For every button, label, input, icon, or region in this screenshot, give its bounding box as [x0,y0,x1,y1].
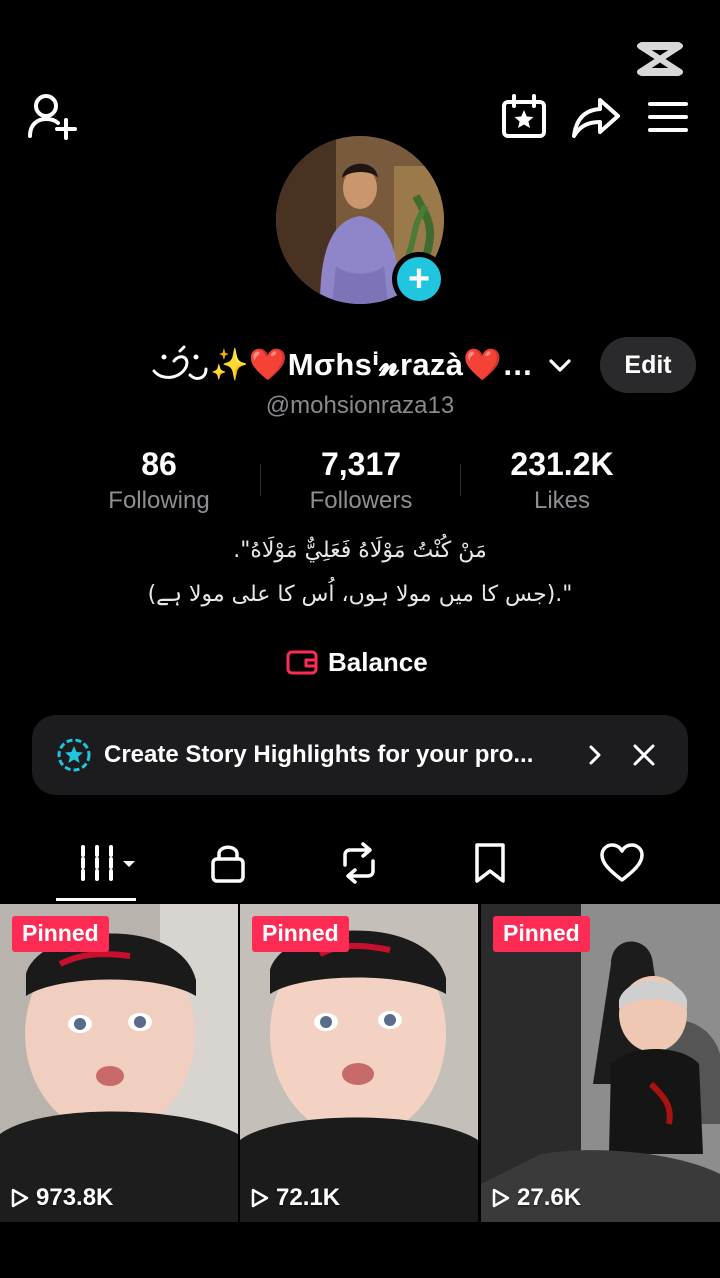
balance-link[interactable]: Balance [286,642,428,682]
stat-label: Following [108,487,210,514]
balance-label: Balance [328,646,428,677]
chevron-down-icon[interactable] [547,352,573,378]
tab-reposts[interactable] [330,838,388,888]
username-handle: @mohsionraza13 [265,392,455,419]
stat-value: 231.2K [510,446,614,482]
bookmark-icon [475,843,505,883]
bio-line-1: مَنْ كُنْتُ مَوْلَاهُ فَعَلِيٌّ مَوْلَاه… [233,538,487,563]
capcut-logo-icon [636,40,684,78]
tab-videos[interactable] [62,838,142,888]
view-count: 973.8K [10,1184,113,1212]
pinned-badge: Pinned [12,916,109,952]
add-story-button[interactable]: + [392,252,446,306]
bio-line-2: ".(جس کا میں مولا ہوں، اُس کا علی مولا ہ… [147,582,573,607]
play-icon [11,1188,29,1208]
display-name-row[interactable]: ✨❤️Mσhsⁱ𝓷razà❤️… [150,338,573,392]
calendar-star-icon[interactable] [500,94,548,140]
play-icon [492,1188,510,1208]
highlight-star-icon [56,737,92,773]
edit-profile-button[interactable]: Edit [600,337,696,393]
tab-private[interactable] [200,838,256,888]
plus-icon: + [397,257,441,301]
chevron-right-icon[interactable] [584,742,606,768]
video-thumbnail[interactable]: Pinned 973.8K [0,904,238,1222]
pinned-badge: Pinned [252,916,349,952]
active-tab-indicator [56,898,136,901]
add-friend-icon[interactable] [26,92,78,142]
stat-value: 7,317 [320,446,402,482]
pinned-badge: Pinned [493,916,590,952]
stat-label: Followers [309,487,413,514]
video-thumbnail[interactable]: Pinned 72.1K [240,904,478,1222]
view-count-value: 72.1K [276,1184,341,1211]
stat-likes[interactable]: 231.2K Likes [462,446,662,515]
grid-icon [81,845,135,881]
menu-icon[interactable] [646,94,690,140]
stat-followers[interactable]: 7,317 Followers [261,446,461,515]
banner-text: Create Story Highlights for your pro... [104,741,534,768]
view-count-value: 973.8K [36,1184,114,1211]
video-thumbnail[interactable]: Pinned 27.6K [481,904,720,1222]
wallet-icon [286,649,318,675]
heart-icon [600,843,644,882]
view-count: 27.6K [491,1184,581,1212]
stat-following[interactable]: 86 Following [59,446,259,515]
tab-saved[interactable] [462,838,518,888]
lock-icon [211,845,245,883]
repost-icon [343,842,375,884]
display-name: ✨❤️Mσhsⁱ𝓷razà❤️… [210,347,534,382]
play-icon [251,1188,269,1208]
stat-divider [460,464,461,496]
stat-value: 86 [141,446,177,482]
tab-liked[interactable] [592,838,652,888]
view-count: 72.1K [250,1184,340,1212]
story-highlights-banner[interactable]: Create Story Highlights for your pro... [32,715,688,795]
share-icon[interactable] [570,94,622,140]
close-icon[interactable] [630,741,658,769]
stat-label: Likes [533,487,591,514]
calligraphy-emblem-icon [152,345,208,380]
view-count-value: 27.6K [517,1184,582,1211]
